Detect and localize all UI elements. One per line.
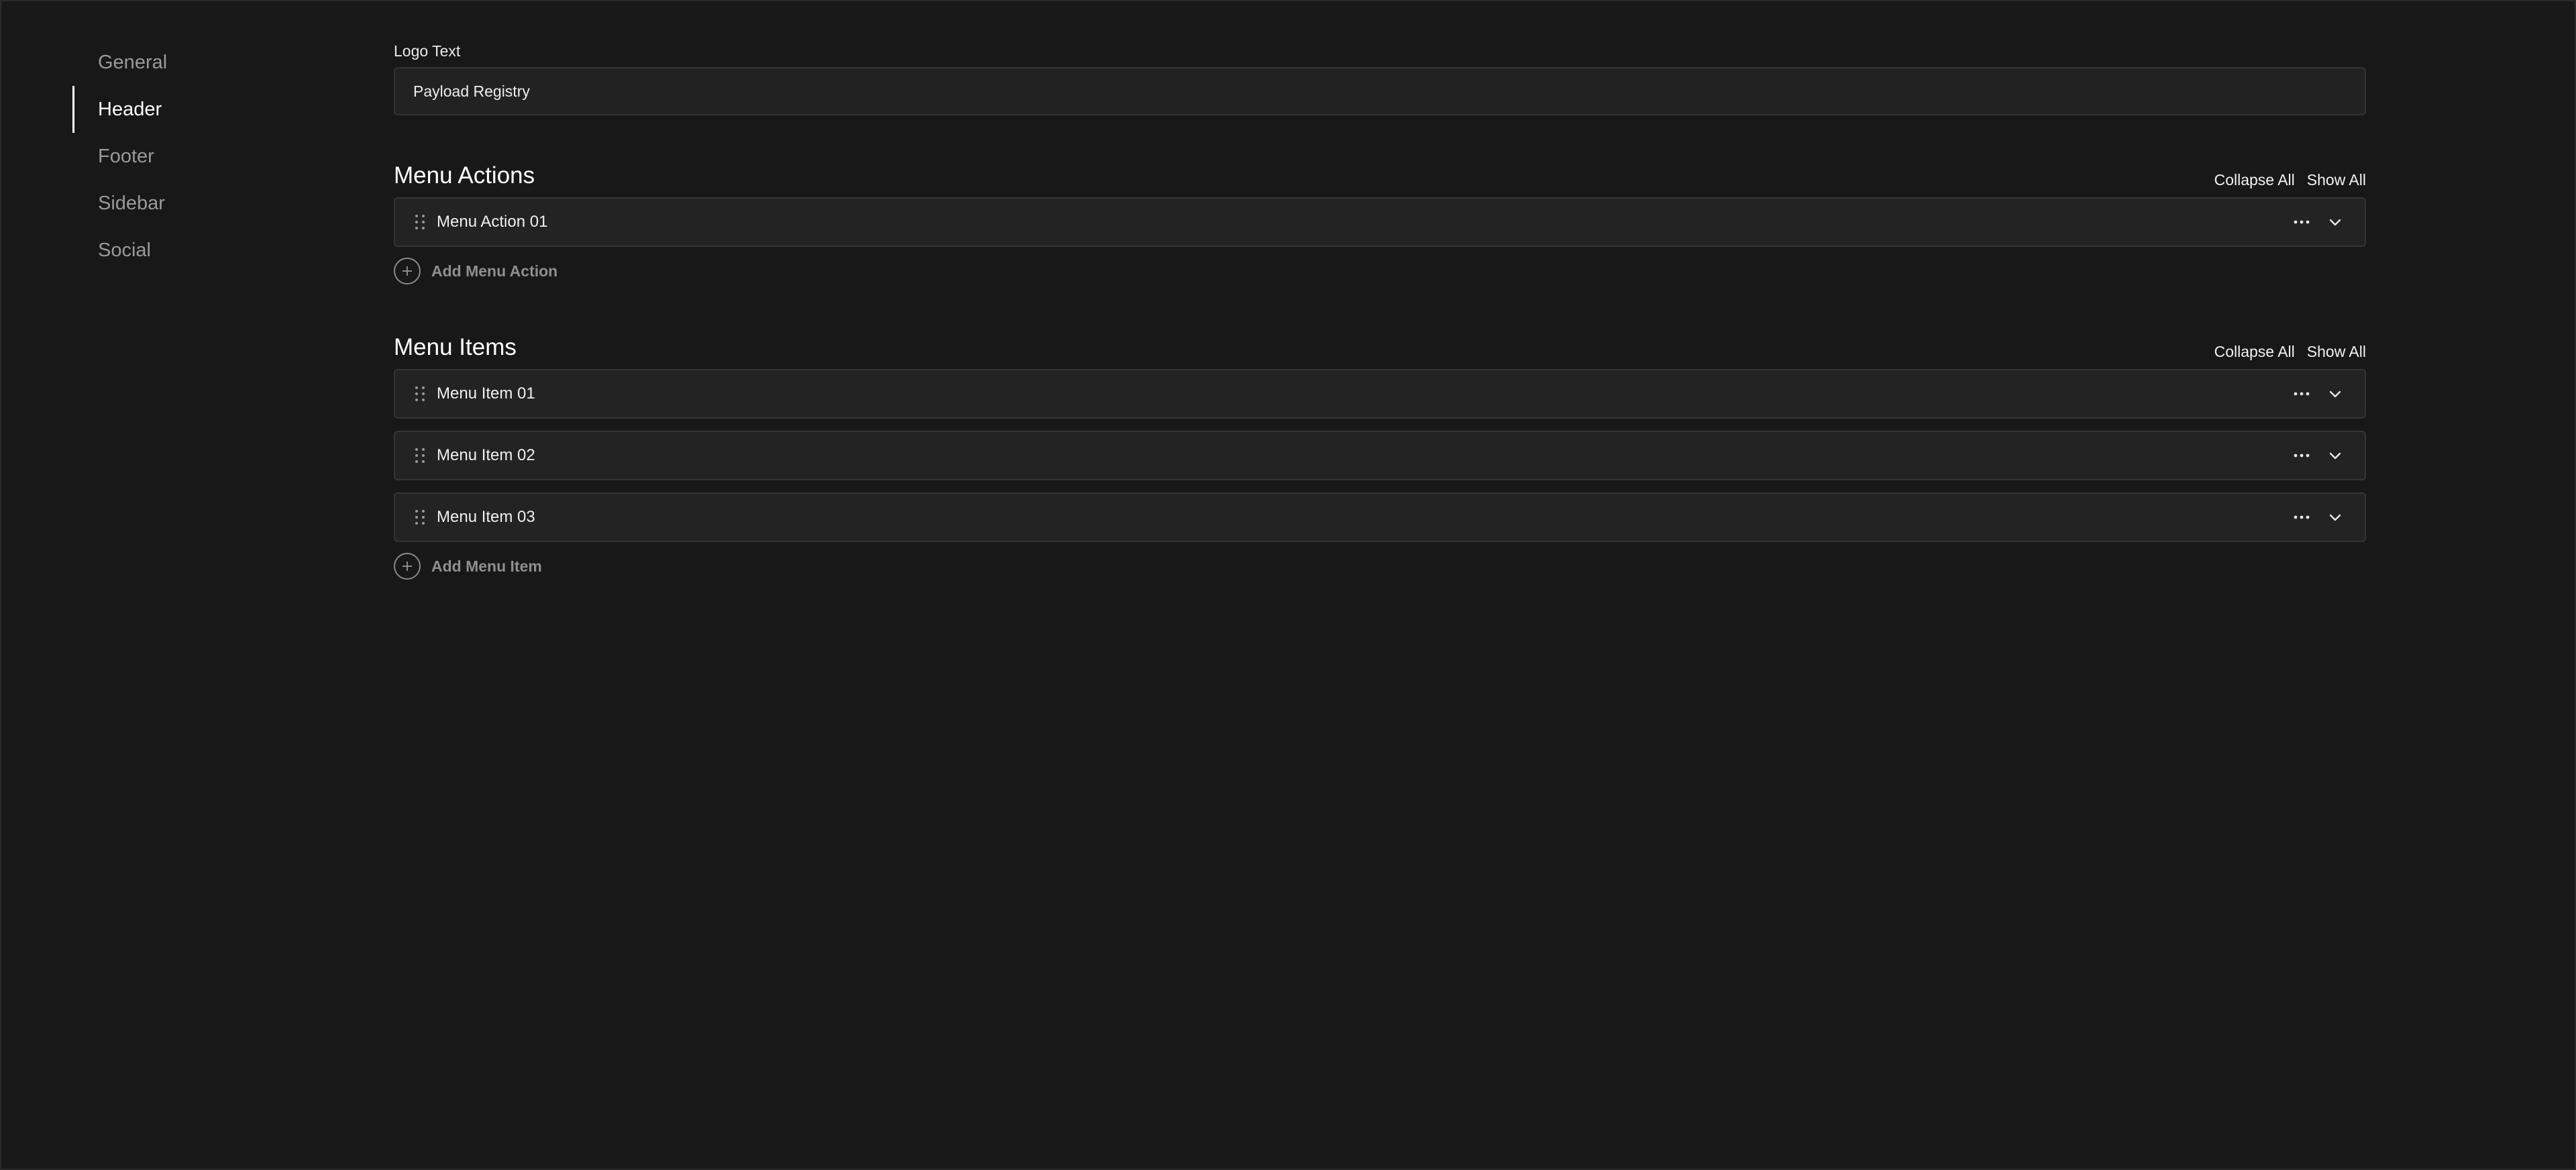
app-frame: General Header Footer Sidebar Social Log… [0,0,2576,1170]
nav-item-social[interactable]: Social [72,227,314,274]
main-content: Logo Text Menu Actions Collapse All Show… [394,39,2366,581]
nav-item-header[interactable]: Header [72,86,314,133]
drag-handle-icon[interactable] [415,509,426,525]
add-menu-item-button[interactable]: Add Menu Item [394,551,2366,581]
menu-action-label: Menu Action 01 [437,213,548,231]
menu-item-row[interactable]: Menu Item 02 [394,431,2366,480]
chevron-down-icon[interactable] [2322,380,2349,407]
add-menu-action-label: Add Menu Action [431,262,558,280]
menu-actions-collapse-all-button[interactable]: Collapse All [2214,171,2295,189]
drag-handle-icon[interactable] [415,447,426,464]
plus-circle-icon [394,553,421,580]
more-horizontal-icon[interactable] [2288,380,2315,407]
menu-action-row[interactable]: Menu Action 01 [394,197,2366,247]
menu-items-section: Menu Items Collapse All Show All Menu It… [394,333,2366,581]
more-horizontal-icon[interactable] [2288,442,2315,469]
more-horizontal-icon[interactable] [2288,504,2315,531]
menu-item-label: Menu Item 03 [437,508,535,526]
plus-circle-icon [394,258,421,284]
nav-item-sidebar[interactable]: Sidebar [72,180,314,227]
menu-actions-title: Menu Actions [394,162,535,189]
nav-item-footer[interactable]: Footer [72,133,314,180]
menu-items-collapse-all-button[interactable]: Collapse All [2214,343,2295,361]
chevron-down-icon[interactable] [2322,442,2349,469]
menu-items-title: Menu Items [394,334,517,360]
menu-item-row[interactable]: Menu Item 01 [394,369,2366,419]
chevron-down-icon[interactable] [2322,504,2349,531]
menu-items-controls: Collapse All Show All [2214,343,2366,362]
drag-handle-icon[interactable] [415,214,426,230]
menu-item-row[interactable]: Menu Item 03 [394,492,2366,542]
logo-text-field: Logo Text [394,39,2366,115]
menu-actions-header: Menu Actions Collapse All Show All [394,161,2366,191]
menu-item-label: Menu Item 02 [437,446,535,464]
menu-items-show-all-button[interactable]: Show All [2307,343,2366,361]
menu-actions-list: Menu Action 01 [394,197,2366,247]
menu-item-label: Menu Item 01 [437,384,535,403]
chevron-down-icon[interactable] [2322,209,2349,235]
nav-item-general[interactable]: General [72,39,314,86]
menu-actions-show-all-button[interactable]: Show All [2307,171,2366,189]
drag-handle-icon[interactable] [415,386,426,402]
add-menu-action-button[interactable]: Add Menu Action [394,256,2366,286]
logo-text-label: Logo Text [394,42,461,60]
menu-items-header: Menu Items Collapse All Show All [394,333,2366,362]
menu-items-list: Menu Item 01 Menu Item 02 Menu Item 03 [394,369,2366,542]
menu-actions-section: Menu Actions Collapse All Show All Menu … [394,161,2366,286]
logo-text-input[interactable] [394,67,2366,115]
more-horizontal-icon[interactable] [2288,209,2315,235]
settings-nav: General Header Footer Sidebar Social [72,39,314,274]
add-menu-item-label: Add Menu Item [431,557,542,575]
menu-actions-controls: Collapse All Show All [2214,171,2366,191]
